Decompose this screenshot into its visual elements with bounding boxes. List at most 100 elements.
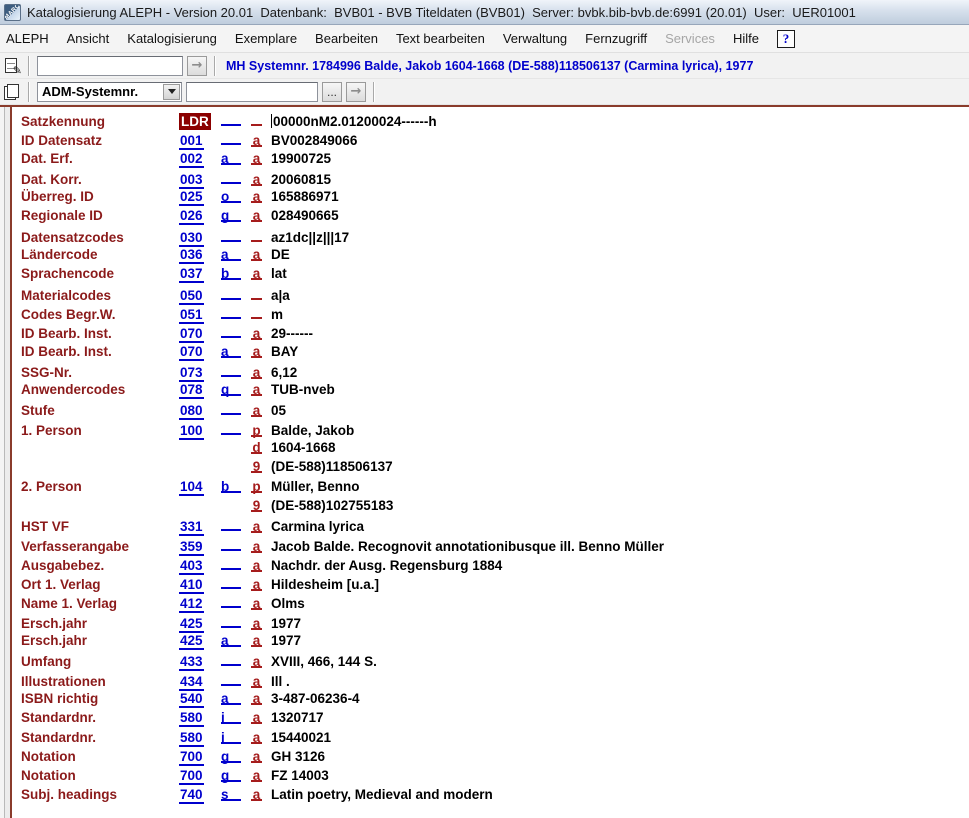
field-tag[interactable]: 540 — [179, 691, 204, 708]
field-indicators[interactable]: s — [221, 787, 241, 801]
field-tag[interactable]: 700 — [179, 768, 204, 785]
field-indicators[interactable] — [221, 594, 241, 608]
menu-ansicht[interactable]: Ansicht — [67, 31, 110, 46]
field-indicators[interactable]: a — [221, 633, 241, 647]
field-subfield-code[interactable] — [251, 112, 262, 126]
field-indicators[interactable]: b — [221, 266, 241, 280]
field-indicators[interactable]: a — [221, 344, 241, 358]
field-subfield-code[interactable]: a — [251, 633, 262, 647]
field-subfield-code[interactable]: a — [251, 558, 262, 572]
field-tag[interactable]: 410 — [179, 577, 204, 594]
field-tag[interactable]: 070 — [179, 344, 204, 361]
field-subfield-code[interactable]: a — [251, 654, 262, 668]
field-tag[interactable]: 026 — [179, 208, 204, 225]
menu-fernzugriff[interactable]: Fernzugriff — [585, 31, 647, 46]
field-tag[interactable]: 433 — [179, 654, 204, 671]
field-subfield-code[interactable]: a — [251, 133, 262, 147]
field-value[interactable]: 028490665 — [271, 208, 969, 223]
field-value[interactable]: XVIII, 466, 144 S. — [271, 654, 969, 669]
field-subfield-code[interactable]: a — [251, 749, 262, 763]
field-tag[interactable]: 700 — [179, 749, 204, 766]
menu-katalogisierung[interactable]: Katalogisierung — [127, 31, 217, 46]
field-subfield-code[interactable]: a — [251, 326, 262, 340]
field-tag[interactable]: 403 — [179, 558, 204, 575]
field-tag[interactable]: 580 — [179, 730, 204, 747]
field-tag[interactable]: 073 — [179, 365, 204, 382]
field-tag[interactable]: 104 — [179, 479, 204, 496]
field-subfield-code[interactable]: a — [251, 382, 262, 396]
field-tag[interactable]: 412 — [179, 596, 204, 613]
field-value[interactable]: Nachdr. der Ausg. Regensburg 1884 — [271, 558, 969, 573]
field-subfield-code[interactable]: a — [251, 208, 262, 222]
field-indicators[interactable] — [221, 305, 241, 319]
field-subfield-code[interactable]: a — [251, 365, 262, 379]
field-tag[interactable]: 425 — [179, 633, 204, 650]
field-tag[interactable]: 434 — [179, 674, 204, 691]
field-value[interactable]: lat — [271, 266, 969, 281]
field-tag[interactable]: 580 — [179, 710, 204, 727]
field-indicators[interactable] — [221, 170, 241, 184]
field-subfield-code[interactable]: a — [251, 344, 262, 358]
browse-button[interactable]: ... — [322, 82, 342, 102]
field-indicators[interactable]: g — [221, 768, 241, 782]
field-subfield-code[interactable]: d — [251, 440, 262, 454]
field-value[interactable]: Balde, Jakob — [271, 423, 969, 438]
field-value[interactable]: DE — [271, 247, 969, 262]
field-indicators[interactable]: o — [221, 189, 241, 203]
field-tag[interactable]: 331 — [179, 519, 204, 536]
menu-exemplare[interactable]: Exemplare — [235, 31, 297, 46]
field-tag[interactable]: 100 — [179, 423, 204, 440]
field-subfield-code[interactable]: a — [251, 266, 262, 280]
system-number-input[interactable] — [186, 82, 318, 102]
field-value[interactable]: 1320717 — [271, 710, 969, 725]
field-value[interactable]: a|a — [271, 288, 969, 303]
field-tag[interactable]: 036 — [179, 247, 204, 264]
field-indicators[interactable]: a — [221, 247, 241, 261]
field-subfield-code[interactable]: a — [251, 730, 262, 744]
field-value[interactable]: 00000nM2.01200024------h — [271, 114, 969, 129]
field-value[interactable]: GH 3126 — [271, 749, 969, 764]
field-value[interactable]: 1977 — [271, 633, 969, 648]
field-subfield-code[interactable]: a — [251, 247, 262, 261]
field-indicators[interactable] — [221, 575, 241, 589]
field-indicators[interactable] — [221, 537, 241, 551]
field-value[interactable]: 165886971 — [271, 189, 969, 204]
record-search-input[interactable] — [37, 56, 183, 76]
field-tag[interactable]: 030 — [179, 230, 204, 247]
menu-verwaltung[interactable]: Verwaltung — [503, 31, 567, 46]
field-value[interactable]: Müller, Benno — [271, 479, 969, 494]
field-indicators[interactable]: g — [221, 208, 241, 222]
field-value[interactable]: FZ 14003 — [271, 768, 969, 783]
field-subfield-code[interactable]: a — [251, 539, 262, 553]
field-subfield-code[interactable] — [251, 286, 262, 300]
field-indicators[interactable] — [221, 614, 241, 628]
field-tag[interactable]: LDR — [179, 113, 211, 130]
field-tag[interactable]: 037 — [179, 266, 204, 283]
field-value[interactable]: Latin poetry, Medieval and modern — [271, 787, 969, 802]
field-subfield-code[interactable]: p — [251, 479, 262, 493]
field-value[interactable]: Hildesheim [u.a.] — [271, 577, 969, 592]
help-question-button[interactable]: ? — [777, 30, 795, 48]
field-value[interactable]: m — [271, 307, 969, 322]
field-subfield-code[interactable]: a — [251, 189, 262, 203]
field-value[interactable]: Olms — [271, 596, 969, 611]
field-indicators[interactable] — [221, 672, 241, 686]
field-tag[interactable]: 740 — [179, 787, 204, 804]
field-indicators[interactable] — [221, 286, 241, 300]
field-tag[interactable]: 359 — [179, 539, 204, 556]
field-indicators[interactable] — [221, 228, 241, 242]
menu-aleph[interactable]: ALEPH — [6, 31, 49, 46]
field-tag[interactable]: 070 — [179, 326, 204, 343]
field-subfield-code[interactable]: a — [251, 151, 262, 165]
field-tag[interactable]: 025 — [179, 189, 204, 206]
menu-bearbeiten[interactable]: Bearbeiten — [315, 31, 378, 46]
field-value[interactable]: TUB-nveb — [271, 382, 969, 397]
field-value[interactable]: BV002849066 — [271, 133, 969, 148]
field-subfield-code[interactable]: a — [251, 691, 262, 705]
field-value[interactable]: BAY — [271, 344, 969, 359]
field-value[interactable]: 15440021 — [271, 730, 969, 745]
field-subfield-code[interactable] — [251, 305, 262, 319]
nav-go-button[interactable]: → — [346, 82, 366, 102]
field-subfield-code[interactable]: 9 — [251, 459, 262, 473]
menu-hilfe[interactable]: Hilfe — [733, 31, 759, 46]
